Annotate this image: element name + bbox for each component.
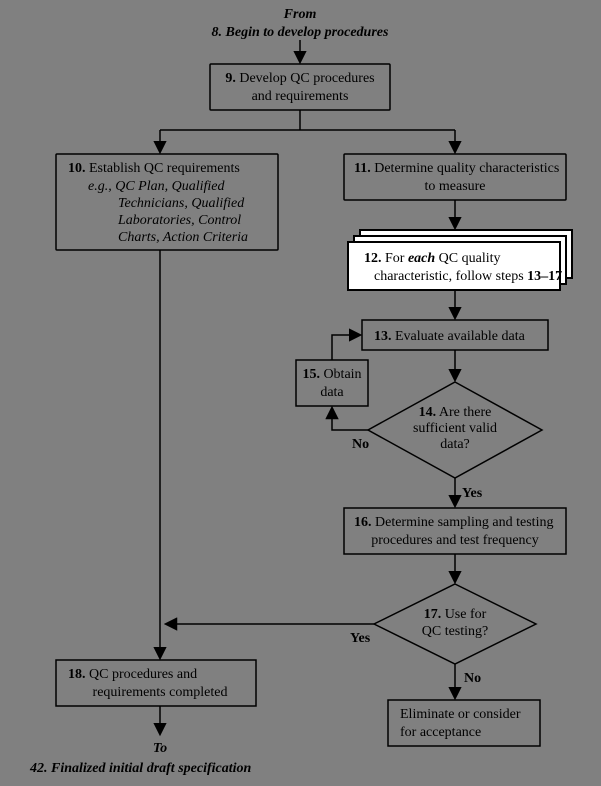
box-15-l1: 15. Obtain — [302, 367, 361, 382]
box-18-l2: requirements completed — [93, 685, 228, 700]
label-no-14: No — [352, 437, 369, 452]
box-10-l3: Laboratories, Control — [117, 213, 241, 228]
box-16-l1: 16. Determine sampling and testing — [354, 515, 553, 530]
conn-15-13 — [332, 335, 360, 360]
label-yes-17: Yes — [350, 631, 371, 646]
header-from: From — [283, 7, 317, 22]
header-step8: 8. Begin to develop procedures — [212, 25, 389, 40]
box-13-line1: 13. Evaluate available data — [374, 329, 526, 344]
box-10-l4: Charts, Action Criteria — [118, 230, 248, 245]
box-18-l1: 18. QC procedures and — [68, 667, 197, 682]
box-9-line1: 9. Develop QC procedures — [225, 71, 374, 86]
box-15-l2: data — [320, 385, 344, 400]
conn-14-no-15 — [332, 408, 368, 430]
box-11-line1: 11. Determine quality characteristics — [354, 161, 559, 176]
d14-line0: 14. Are there — [419, 405, 492, 420]
box-10-l2: Technicians, Qualified — [118, 196, 245, 211]
box-11-line2: to measure — [424, 179, 485, 194]
d17-l2: QC testing? — [422, 624, 489, 639]
label-yes-14: Yes — [462, 486, 483, 501]
box-16-l2: procedures and test frequency — [371, 533, 539, 548]
box-12-line1: 12. For each QC quality — [364, 251, 501, 266]
box-12-line2: characteristic, follow steps 13–17 — [374, 269, 562, 284]
d17-l1: 17. Use for — [424, 607, 487, 622]
d14-line3: data? — [440, 437, 470, 452]
footer-step42: 42. Finalized initial draft specificatio… — [29, 761, 252, 776]
box-elim-l1: Eliminate or consider — [400, 707, 521, 722]
box-10-line1: 10. Establish QC requirements — [68, 161, 240, 176]
box-9-line2: and requirements — [252, 89, 349, 104]
label-no-17: No — [464, 671, 481, 686]
d14-line2: sufficient valid — [413, 421, 497, 436]
footer-to: To — [153, 741, 167, 756]
box-elim-l2: for acceptance — [400, 725, 481, 740]
flowchart-diagram: From 8. Begin to develop procedures 9. D… — [0, 0, 601, 786]
box-10-eg: e.g., QC Plan, Qualified — [88, 179, 225, 194]
